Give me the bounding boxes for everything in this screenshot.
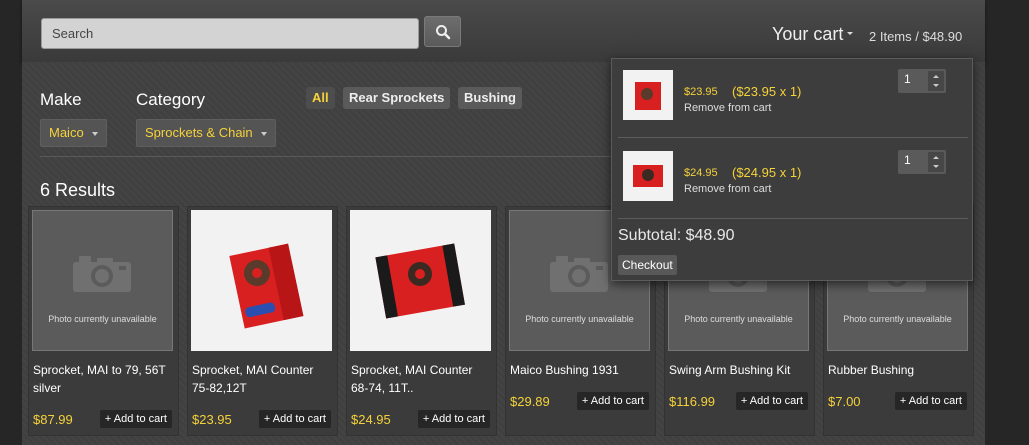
sprocket-package-image — [635, 82, 661, 110]
photo-unavailable-text: Photo currently unavailable — [525, 314, 634, 324]
product-price: $116.99 — [669, 394, 716, 409]
photo-unavailable-text: Photo currently unavailable — [48, 314, 157, 324]
quantity-value: 1 — [904, 72, 911, 86]
spinner-arrows-icon[interactable] — [928, 152, 944, 172]
make-dropdown[interactable]: Maico — [40, 119, 107, 147]
remove-from-cart-link[interactable]: Remove from cart — [684, 183, 771, 195]
add-to-cart-button[interactable]: + Add to cart — [576, 392, 649, 410]
search-icon — [435, 24, 450, 39]
quantity-stepper[interactable]: 1 — [898, 150, 946, 174]
caret-down-icon — [91, 131, 98, 136]
photo-unavailable-text: Photo currently unavailable — [843, 314, 952, 324]
caret-down-icon[interactable] — [847, 32, 853, 35]
product-price: $7.00 — [828, 394, 861, 409]
cart-summary[interactable]: 2 Items / $48.90 — [869, 29, 962, 44]
category-label: Category — [136, 90, 205, 109]
quantity-value: 1 — [904, 153, 911, 167]
add-to-cart-button[interactable]: + Add to cart — [894, 392, 967, 410]
filter-chip-bushing[interactable]: Bushing — [458, 87, 522, 109]
add-to-cart-button[interactable]: + Add to cart — [735, 392, 808, 410]
cart-item-line-total: ($23.95 x 1) — [732, 84, 802, 99]
cart-dropdown: $23.95 ($23.95 x 1) Remove from cart 1 $… — [611, 58, 973, 281]
product-card[interactable]: Sprocket, MAI Counter 75-82,12T $23.95 +… — [188, 207, 337, 435]
cart-item-image[interactable] — [623, 151, 673, 201]
camera-icon — [550, 256, 608, 292]
cart-item-image[interactable] — [623, 70, 673, 120]
cart-subtotal: Subtotal: $48.90 — [618, 227, 735, 244]
filter-divider — [40, 156, 620, 157]
add-to-cart-button[interactable]: + Add to cart — [417, 410, 490, 428]
caret-down-icon — [260, 131, 267, 136]
product-title[interactable]: Sprocket, MAI Counter 68-74, 11T.. — [351, 361, 491, 397]
sprocket-package-image — [229, 243, 304, 329]
product-price: $23.95 — [192, 412, 232, 427]
checkout-button[interactable]: Checkout — [618, 255, 677, 275]
filter-chip-rear-sprockets[interactable]: Rear Sprockets — [343, 87, 451, 109]
add-to-cart-button[interactable]: + Add to cart — [99, 410, 172, 428]
product-image-placeholder[interactable]: Photo currently unavailable — [32, 210, 173, 351]
search-input[interactable] — [41, 18, 419, 49]
category-dropdown[interactable]: Sprockets & Chain — [136, 119, 276, 147]
remove-from-cart-link[interactable]: Remove from cart — [684, 102, 771, 114]
product-title[interactable]: Sprocket, MAI Counter 75-82,12T — [192, 361, 332, 397]
product-price: $29.89 — [510, 394, 550, 409]
product-price: $24.95 — [351, 412, 391, 427]
product-card[interactable]: Photo currently unavailable Sprocket, MA… — [29, 207, 178, 435]
product-image[interactable] — [350, 210, 491, 351]
cart-item-unit-price: $24.95 — [684, 167, 718, 179]
add-to-cart-button[interactable]: + Add to cart — [258, 410, 331, 428]
spinner-arrows-icon[interactable] — [928, 71, 944, 91]
product-image[interactable] — [191, 210, 332, 351]
category-dropdown-value: Sprockets & Chain — [145, 125, 253, 140]
search-button[interactable] — [424, 16, 461, 47]
left-gutter — [0, 0, 22, 445]
cart-toggle[interactable]: Your cart — [772, 24, 843, 45]
product-title[interactable]: Swing Arm Bushing Kit — [669, 361, 809, 379]
product-title[interactable]: Maico Bushing 1931 — [510, 361, 650, 379]
product-price: $87.99 — [33, 412, 73, 427]
cart-item-divider — [618, 137, 968, 138]
cart-item: $23.95 ($23.95 x 1) Remove from cart 1 — [618, 59, 968, 137]
quantity-stepper[interactable]: 1 — [898, 69, 946, 93]
sprocket-package-image — [633, 165, 663, 187]
make-label: Make — [40, 90, 82, 109]
product-card[interactable]: Sprocket, MAI Counter 68-74, 11T.. $24.9… — [347, 207, 496, 435]
camera-icon — [73, 256, 131, 292]
cart-item: $24.95 ($24.95 x 1) Remove from cart 1 — [618, 140, 968, 218]
results-count: 6 Results — [40, 180, 116, 200]
photo-unavailable-text: Photo currently unavailable — [684, 314, 793, 324]
cart-item-divider — [618, 218, 968, 219]
right-gutter — [985, 0, 1029, 445]
product-title[interactable]: Rubber Bushing — [828, 361, 968, 379]
cart-item-line-total: ($24.95 x 1) — [732, 165, 802, 180]
filter-chip-all[interactable]: All — [306, 87, 335, 109]
cart-item-unit-price: $23.95 — [684, 86, 718, 98]
make-dropdown-value: Maico — [49, 125, 84, 140]
sprocket-package-image — [375, 243, 465, 319]
product-title[interactable]: Sprocket, MAI to 79, 56T silver — [33, 361, 173, 397]
